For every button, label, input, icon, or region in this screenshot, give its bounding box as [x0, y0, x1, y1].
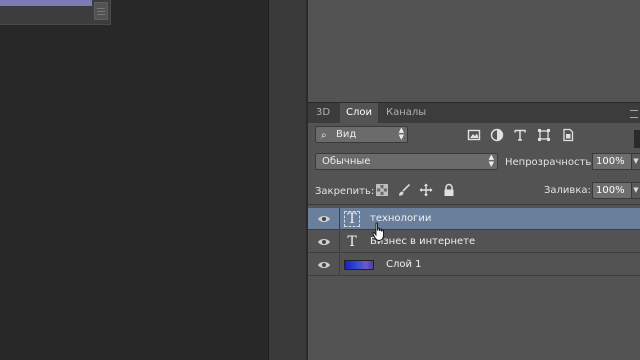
upper-panel [308, 0, 640, 103]
fill-dropdown-button[interactable]: ▼ [631, 182, 640, 199]
partial-dialog [0, 0, 111, 25]
lock-all-icon[interactable] [442, 183, 456, 197]
divider [339, 231, 340, 253]
layer-row[interactable]: T технологии [308, 208, 640, 230]
layers-panel: 3D Слои Каналы ⌕ Вид ▲ ▼ Обычные ▲ ▼ Непро… [308, 103, 640, 360]
type-filter-icon[interactable] [513, 128, 527, 142]
eye-icon[interactable] [317, 236, 331, 248]
lock-label: Закрепить: [315, 186, 375, 197]
panel-scrollbar[interactable] [634, 130, 640, 148]
layer-thumbnail[interactable] [344, 260, 374, 270]
panel-tabs: 3D Слои Каналы [308, 103, 640, 123]
fill-label: Заливка: [544, 185, 591, 196]
layer-filter-label: Вид [336, 129, 357, 140]
updown-icon: ▲ ▼ [488, 153, 494, 168]
blend-mode-select[interactable]: Обычные ▲ ▼ [315, 153, 498, 170]
opacity-input[interactable]: 100% [592, 153, 632, 170]
blend-mode-value: Обычные [322, 156, 371, 167]
layer-row[interactable]: Слой 1 [308, 254, 640, 276]
panel-menu-icon[interactable] [630, 110, 638, 118]
fill-input[interactable]: 100% [592, 182, 632, 199]
text-layer-icon[interactable]: T [344, 234, 360, 250]
selected-list-item[interactable] [0, 0, 92, 6]
eye-icon[interactable] [317, 213, 331, 225]
lock-transparent-icon[interactable] [375, 183, 389, 197]
opacity-label: Непрозрачность: [505, 157, 595, 168]
tab-layers[interactable]: Слои [340, 103, 378, 123]
divider [308, 204, 640, 205]
layer-name[interactable]: Слой 1 [386, 259, 422, 270]
adjustment-filter-icon[interactable] [490, 128, 504, 142]
scrollbar[interactable] [94, 2, 108, 20]
opacity-dropdown-button[interactable]: ▼ [631, 153, 640, 170]
updown-icon: ▲ ▼ [398, 126, 404, 141]
panel-dock-column [268, 0, 307, 360]
lock-paint-icon[interactable] [397, 183, 411, 197]
image-filter-icon[interactable] [467, 128, 481, 142]
smart-object-filter-icon[interactable] [561, 128, 575, 142]
search-icon: ⌕ [321, 130, 327, 141]
tab-channels[interactable]: Каналы [380, 103, 432, 123]
divider [339, 254, 340, 276]
text-layer-icon[interactable]: T [344, 211, 360, 227]
layer-row[interactable]: T Бизнес в интернете [308, 231, 640, 253]
layer-filter-select[interactable]: ⌕ Вид ▲ ▼ [315, 126, 408, 143]
shape-filter-icon[interactable] [537, 128, 551, 142]
tab-3d[interactable]: 3D [310, 103, 336, 123]
eye-icon[interactable] [317, 259, 331, 271]
document-canvas[interactable] [0, 0, 268, 360]
divider [339, 208, 340, 230]
lock-move-icon[interactable] [419, 183, 433, 197]
hand-cursor-icon [372, 222, 384, 241]
